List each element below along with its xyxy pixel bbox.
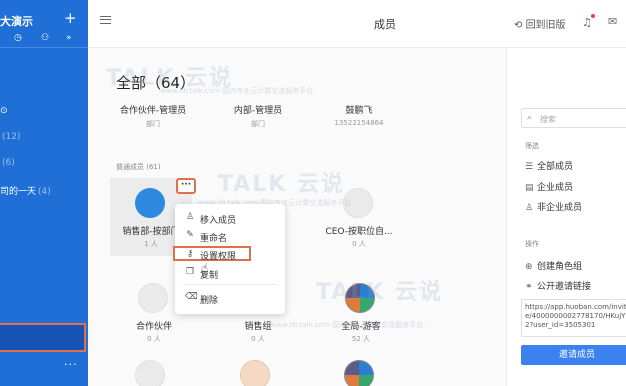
group-avatar [135,188,165,218]
sidebar-item[interactable]: (6) [0,158,15,168]
search-icon: ⌕ [527,113,533,123]
list-icon: ☰ [525,162,534,172]
sidebar-item[interactable]: 司的一天 (4) [0,184,51,197]
filter-all-members[interactable]: ☰ 全部成员 [525,159,573,172]
key-icon: ⚷ [186,249,194,259]
card-more-button[interactable]: ··· [176,178,196,194]
card-context-menu: ♙ 移入成员 ✎ 重命名 ⚷ 设置权限 ❐ 复制 ⌫ 删除 [173,204,285,314]
add-user-icon: ♙ [185,212,195,222]
clock-icon[interactable]: ◷ [14,33,22,43]
copy-icon: ❐ [185,267,195,277]
admin-group[interactable]: 内部-管理员 部门 [203,103,313,129]
watermark: TALK 云说 [218,172,346,197]
ops-label: 操作 [525,240,539,248]
admin-group[interactable]: 合作伙伴-管理员 部门 [98,103,208,129]
hand-cursor-icon: ☝ [201,261,209,275]
watermark-text: -www.idctalk.com-国内专业云计算交流服务平台- [268,321,426,329]
menu-item-delete[interactable]: ⌫ 删除 [175,290,285,306]
menu-icon[interactable] [100,16,111,24]
invite-url-field[interactable]: https://app.huoban.com/invite/4000000002… [521,299,626,337]
create-role-group-button[interactable]: ⊕ 创建角色组 [525,259,582,272]
back-to-old-version-link[interactable]: ⟲ 回到旧版 [514,16,566,31]
group-avatar[interactable] [135,360,165,386]
filter-non-enterprise-members[interactable]: ♙ 非企业成员 [525,200,582,213]
trash-icon: ⌫ [185,292,198,302]
menu-item-move-in-members[interactable]: ♙ 移入成员 [175,210,285,226]
filter-enterprise-members[interactable]: ▤ 企业成员 [525,180,573,193]
sidebar-header: 大演示 + ◷ ⚇ » [0,0,88,48]
sidebar-item[interactable]: (12) [0,132,20,142]
menu-divider [183,284,277,285]
bell-icon[interactable]: ♫ [582,16,592,29]
public-invite-link[interactable]: ⚭ 公开邀请链接 [525,279,591,292]
link-icon: ⚭ [525,282,533,292]
watermark: TALK 云说 [316,280,444,305]
edit-icon: ✎ [186,230,194,240]
sidebar-item[interactable]: ⊙ [0,106,8,116]
org-icon[interactable]: ⚇ [41,33,49,43]
admin-user[interactable]: 鼓鹏飞 13522154864 [304,103,414,127]
watermark-text: -www.idctalk.com-国内专业云计算交流服务平台- [158,87,316,95]
sidebar: 大演示 + ◷ ⚇ » ⊙ (12) (6) 司的一天 (4) ··· [0,0,88,386]
plus-circle-icon: ⊕ [525,262,533,272]
page-title: 成员 [374,18,396,31]
history-icon: ⟲ [514,20,526,31]
more-icon[interactable]: ··· [64,358,78,371]
plus-icon[interactable]: + [64,9,77,27]
menu-item-set-permissions[interactable]: ⚷ 设置权限 [173,246,251,262]
sidebar-toolbar: ◷ ⚇ » [0,33,88,45]
inbox-icon[interactable]: ✉ [608,15,617,28]
top-bar: 成员 ⟲ 回到旧版 ♫ ✉ [88,0,626,48]
notification-dot [591,14,595,18]
menu-item-rename[interactable]: ✎ 重命名 [175,228,285,244]
search-input[interactable]: ⌕ 搜索 [521,108,626,128]
workspace-title[interactable]: 大演示 [0,13,33,29]
expand-icon[interactable]: » [66,33,72,43]
building-icon: ▤ [525,183,534,193]
sidebar-item-members-selected[interactable] [0,323,86,352]
menu-item-copy[interactable]: ❐ 复制 [175,265,285,281]
members-panel: 全部（64） 合作伙伴-管理员 部门 内部-管理员 部门 鼓鹏飞 1352215… [88,48,506,386]
invite-members-button[interactable]: 邀请成员 [521,345,626,365]
group-avatar[interactable] [344,360,374,386]
user-avatar[interactable] [240,360,270,386]
user-icon: ♙ [525,203,534,213]
right-panel: ⌕ 搜索 筛选 ☰ 全部成员 ▤ 企业成员 ♙ 非企业成员 操作 ⊕ 创建角色组 ⚭ 公开… [506,48,626,386]
normal-members-label: 普通成员 (61) [116,163,161,171]
group-avatar [138,283,168,313]
filter-label: 筛选 [525,142,539,150]
